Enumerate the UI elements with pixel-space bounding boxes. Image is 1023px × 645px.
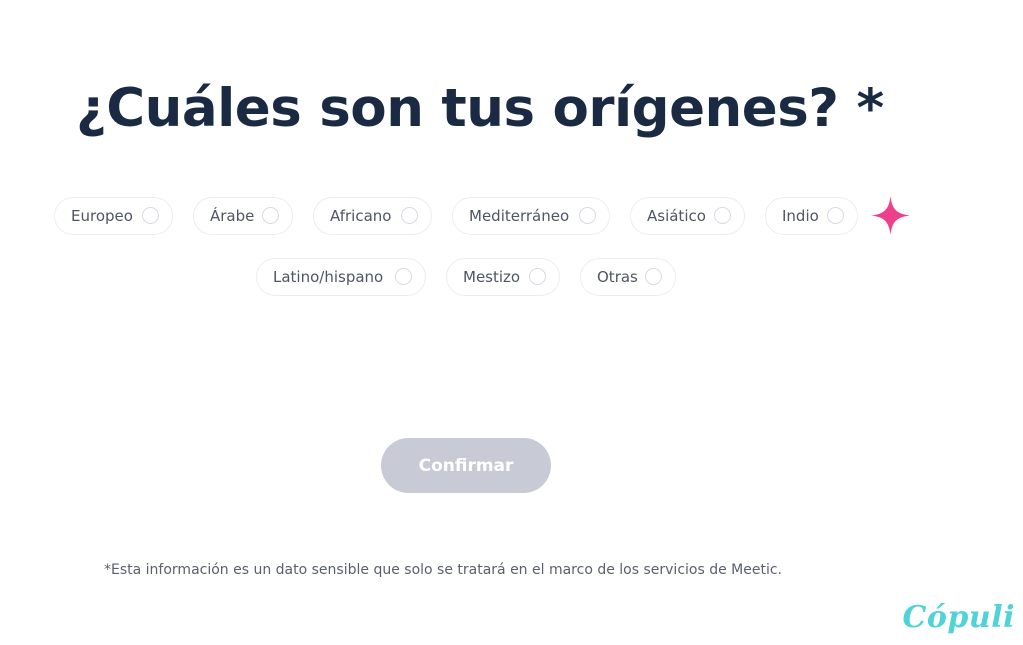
option-mestizo[interactable]: Mestizo: [446, 258, 560, 296]
confirm-button[interactable]: Confirmar: [381, 438, 551, 493]
radio-circle-icon[interactable]: [401, 207, 418, 224]
option-label: Otras: [597, 268, 638, 286]
watermark-logo: Cópuli: [902, 600, 1015, 635]
radio-circle-icon[interactable]: [579, 207, 596, 224]
option-africano[interactable]: Africano: [313, 197, 432, 235]
option-europeo[interactable]: Europeo: [54, 197, 173, 235]
radio-circle-icon[interactable]: [827, 207, 844, 224]
radio-circle-icon[interactable]: [142, 207, 159, 224]
option-label: Asiático: [647, 207, 706, 225]
option-label: Árabe: [210, 207, 255, 225]
option-latino-hispano[interactable]: Latino/hispano: [256, 258, 426, 296]
option-label: Africano: [330, 207, 392, 225]
radio-circle-icon[interactable]: [714, 207, 731, 224]
option-label: Mestizo: [463, 268, 521, 286]
option-label: Europeo: [71, 207, 133, 225]
radio-circle-icon[interactable]: [262, 207, 279, 224]
option-asiatico[interactable]: Asiático: [630, 197, 745, 235]
option-mediterraneo[interactable]: Mediterráneo: [452, 197, 610, 235]
option-indio[interactable]: Indio: [765, 197, 858, 235]
option-label: Latino/hispano: [273, 268, 384, 286]
option-label: Mediterráneo: [469, 207, 570, 225]
option-otras[interactable]: Otras: [580, 258, 676, 296]
radio-circle-icon[interactable]: [645, 268, 662, 285]
radio-circle-icon[interactable]: [529, 268, 546, 285]
option-label: Indio: [782, 207, 819, 225]
option-arabe[interactable]: Árabe: [193, 197, 293, 235]
page-title: ¿Cuáles son tus orígenes? *: [76, 78, 884, 139]
radio-circle-icon[interactable]: [395, 268, 412, 285]
sparkle-icon: [871, 196, 910, 235]
sensitive-data-footnote: *Esta información es un dato sensible qu…: [104, 562, 783, 578]
